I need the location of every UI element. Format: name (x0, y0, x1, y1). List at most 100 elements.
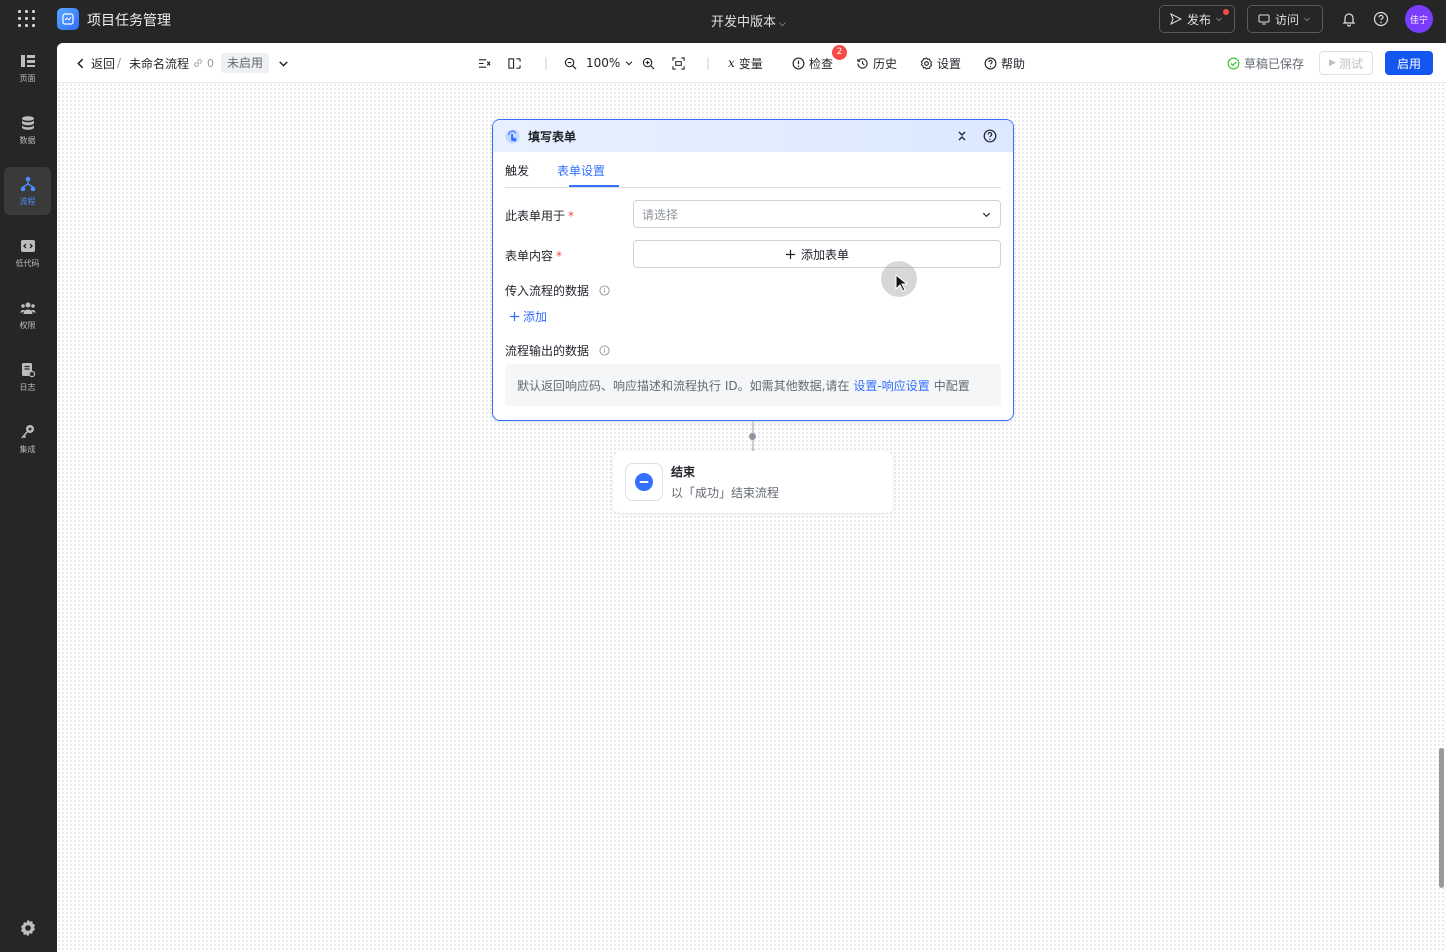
gear-icon[interactable] (18, 918, 38, 938)
form-content-label: 表单内容 * (505, 249, 563, 263)
test-button[interactable]: ▶ 测试 (1319, 51, 1373, 75)
avatar[interactable]: 佳宁 (1405, 5, 1433, 33)
sidebar-item-permissions[interactable]: 权限 (4, 291, 51, 339)
output-description: 默认返回响应码、响应描述和流程执行 ID。如需其他数据,请在 设置-响应设置 中… (505, 364, 1001, 406)
node-header: 填写表单 (493, 120, 1013, 152)
sidebar-item-data[interactable]: 数据 (4, 106, 51, 154)
enable-button[interactable]: 启用 (1385, 51, 1433, 75)
canvas-scrollbar[interactable] (1439, 748, 1444, 888)
alert-circle-icon (792, 57, 805, 69)
response-settings-link[interactable]: 设置-响应设置 (853, 377, 929, 394)
align-icon (478, 58, 491, 68)
zoom-out-icon (564, 57, 577, 69)
layout-icon (508, 57, 521, 69)
chevron-down-icon (626, 61, 633, 66)
publish-label: 发布 (1187, 12, 1212, 27)
send-icon (1170, 13, 1182, 25)
end-node-subtitle: 以「成功」结束流程 (671, 486, 780, 500)
add-form-button[interactable]: 添加表单 (633, 240, 1001, 268)
sidebar-item-label: 集成 (19, 444, 36, 454)
sidebar-item-pages[interactable]: 页面 (4, 44, 51, 92)
connector-dot[interactable] (749, 433, 756, 440)
output-desc-suffix: 中配置 (933, 378, 970, 393)
plus-icon (785, 249, 796, 259)
sidebar-item-label: 权限 (19, 320, 36, 330)
publish-button[interactable]: 发布 ⌵ (1159, 5, 1235, 33)
check-label: 检查 (809, 56, 834, 71)
app-logo (57, 8, 79, 30)
saved-label: 草稿已保存 (1244, 56, 1305, 71)
check-count-badge: 2 (832, 45, 847, 60)
chevron-down-icon: ⌵ (1216, 14, 1223, 23)
flow-toolbar: 返回 / 未命名流程 0 未启用 | 100% | 𝑥 变量 检查 2 历史 设… (57, 43, 1446, 83)
zoom-level-dropdown[interactable]: 100% (586, 43, 634, 83)
help-icon[interactable] (983, 129, 997, 143)
version-label: 开发中版本 (711, 15, 777, 30)
link-icon (194, 59, 202, 67)
tab-form-settings[interactable]: 表单设置 (557, 162, 605, 179)
zoom-in-button[interactable] (642, 43, 655, 83)
add-input-data-link[interactable]: 添加 (509, 308, 547, 325)
form-for-select[interactable]: 请选择 (633, 200, 1001, 228)
history-label: 历史 (873, 56, 898, 71)
add-form-label: 添加表单 (800, 247, 849, 262)
flow-name[interactable]: 未命名流程 (129, 43, 189, 83)
mouse-cursor-icon (895, 274, 909, 292)
fit-screen-icon (672, 56, 685, 70)
zoom-in-icon (642, 57, 655, 69)
form-node-card[interactable]: 填写表单 触发 表单设置 此表单用于 * 请选择 表单内容 * 添加表单 传入流程的… (492, 119, 1014, 421)
add-label: 添加 (523, 310, 548, 324)
database-icon (21, 115, 34, 130)
node-tabs: 触发 表单设置 (505, 152, 1001, 188)
zoom-out-button[interactable] (564, 43, 577, 83)
code-icon (20, 239, 35, 252)
link-count: 0 (193, 43, 214, 83)
integration-icon (20, 424, 34, 439)
settings-button[interactable]: 设置 (920, 43, 961, 83)
help-button[interactable]: 帮助 (984, 43, 1025, 83)
flow-canvas[interactable]: 返回 / 未命名流程 0 未启用 | 100% | 𝑥 变量 检查 2 历史 设… (57, 43, 1446, 952)
app-title: 项目任务管理 (87, 13, 171, 29)
sidebar-item-logs[interactable]: 日志 (4, 353, 51, 401)
help-label: 帮助 (1001, 56, 1026, 71)
sidebar-item-integration[interactable]: 集成 (4, 415, 51, 463)
select-placeholder: 请选择 (642, 207, 679, 222)
fit-view-button[interactable] (672, 43, 685, 83)
flow-icon (20, 176, 35, 191)
help-icon (984, 57, 997, 69)
sidebar-item-label: 低代码 (15, 258, 40, 268)
collapse-icon[interactable] (955, 129, 969, 143)
chevron-left-icon (77, 58, 84, 68)
link-count-value: 0 (207, 56, 214, 70)
node-title: 填写表单 (528, 129, 577, 144)
help-icon[interactable] (1373, 11, 1389, 27)
app-grid-icon[interactable] (18, 10, 36, 28)
sidebar-item-label: 数据 (19, 135, 36, 145)
toolbar-divider: | (706, 56, 711, 70)
info-icon[interactable] (599, 345, 610, 356)
end-node-card[interactable]: 结束 以「成功」结束流程 (613, 451, 893, 513)
tab-trigger[interactable]: 触发 (505, 162, 529, 179)
variables-button[interactable]: 𝑥 变量 (728, 43, 763, 83)
sidebar-item-flow[interactable]: 流程 (4, 167, 51, 215)
auto-layout-button[interactable] (478, 43, 491, 83)
version-selector[interactable]: 开发中版本 ⌵ (711, 11, 786, 30)
sidebar-item-lowcode[interactable]: 低代码 (4, 229, 51, 277)
check-button[interactable]: 检查 (792, 43, 833, 83)
info-icon[interactable] (599, 285, 610, 296)
hand-tap-icon (505, 128, 520, 144)
status-dropdown[interactable] (277, 43, 290, 83)
log-icon (21, 362, 35, 377)
zoom-level: 100% (586, 56, 621, 70)
minimap-button[interactable] (508, 43, 521, 83)
end-icon-box (625, 463, 663, 501)
plus-icon (509, 311, 520, 322)
variables-label: 变量 (738, 56, 763, 71)
sidebar-item-label: 流程 (19, 196, 36, 206)
bell-icon[interactable] (1341, 11, 1357, 27)
back-button[interactable]: 返回 (74, 43, 115, 83)
stop-circle-icon (635, 473, 653, 491)
visit-button[interactable]: 访问 ⌵ (1247, 5, 1323, 33)
history-button[interactable]: 历史 (856, 43, 897, 83)
active-tab-indicator (569, 185, 619, 187)
